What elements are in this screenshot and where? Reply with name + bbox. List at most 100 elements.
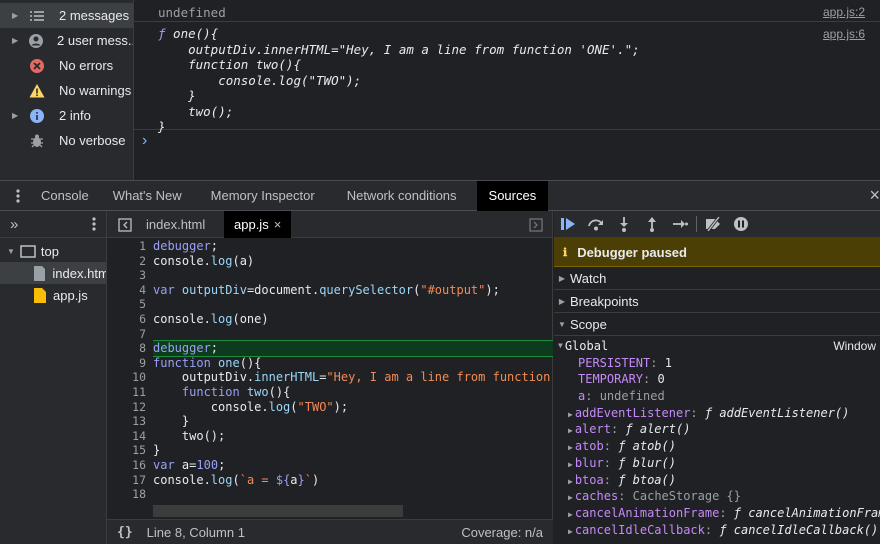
- line-number[interactable]: 3: [107, 268, 152, 283]
- close-tab-icon[interactable]: ×: [274, 217, 282, 232]
- scope-property[interactable]: a: undefined: [554, 388, 880, 405]
- sidebar-item-warnings[interactable]: No warnings: [0, 78, 133, 103]
- scope-property[interactable]: TEMPORARY: 0: [554, 371, 880, 388]
- expand-arrow-icon[interactable]: ▶: [12, 36, 21, 45]
- code-line: }: [153, 443, 161, 458]
- expand-arrow-icon[interactable]: ▼: [7, 247, 15, 256]
- property-name: TEMPORARY: [578, 372, 644, 387]
- scope-property[interactable]: ▶ alert: ƒ alert(): [554, 421, 880, 438]
- section-scope[interactable]: ▼ Scope: [554, 313, 880, 336]
- step-over-icon[interactable]: [582, 211, 610, 238]
- horizontal-scrollbar[interactable]: [153, 505, 403, 517]
- tab-memory-inspector[interactable]: Memory Inspector: [194, 181, 327, 211]
- coverage-status[interactable]: Coverage: n/a: [461, 525, 543, 540]
- step-out-icon[interactable]: [638, 211, 666, 238]
- source-link[interactable]: app.js:6: [823, 27, 865, 41]
- collapse-arrow-icon: ▼: [558, 341, 563, 350]
- property-value: CacheStorage {}: [632, 489, 742, 504]
- scope-property[interactable]: ▶ blur: ƒ blur(): [554, 455, 880, 472]
- property-separator: :: [603, 472, 619, 487]
- debugger-paused-banner: ℹ Debugger paused: [554, 238, 880, 267]
- section-breakpoints[interactable]: ▶ Breakpoints: [554, 290, 880, 313]
- line-number[interactable]: 6: [107, 312, 152, 327]
- property-name: cancelAnimationFrame: [574, 505, 720, 520]
- source-link[interactable]: app.js:2: [823, 5, 865, 19]
- scope-global[interactable]: ▼ Global Window: [554, 338, 880, 355]
- tab-sources[interactable]: Sources: [476, 180, 549, 211]
- scope-property[interactable]: PERSISTENT: 1: [554, 355, 880, 372]
- scope-property[interactable]: ▶ atob: ƒ atob(): [554, 438, 880, 455]
- scope-property[interactable]: ▶ btoa: ƒ btoa(): [554, 472, 880, 489]
- sidebar-item-label: No warnings: [59, 83, 132, 98]
- line-number[interactable]: 18: [107, 487, 152, 502]
- tab-network-conditions[interactable]: Network conditions: [327, 181, 469, 211]
- console-prompt[interactable]: ›: [142, 132, 147, 150]
- sidebar-item-user-messages[interactable]: ▶ 2 user mess...: [0, 28, 133, 53]
- collapse-arrow-icon: ▼: [558, 319, 566, 329]
- navigator-header: »: [0, 211, 106, 238]
- close-drawer-icon[interactable]: ×: [869, 185, 880, 206]
- line-number[interactable]: 4: [107, 283, 152, 298]
- code-area[interactable]: debugger; console.log(a) var outputDiv=d…: [153, 239, 553, 502]
- sidebar-item-messages[interactable]: ▶ 2 messages: [0, 3, 133, 28]
- tree-item-label: index.htm: [52, 265, 106, 281]
- bug-icon: [28, 132, 46, 150]
- line-number[interactable]: 1: [107, 239, 152, 254]
- sidebar-item-verbose[interactable]: No verbose: [0, 128, 133, 153]
- toggle-navigator-icon[interactable]: [118, 218, 132, 232]
- line-number[interactable]: 15: [107, 443, 152, 458]
- line-number-gutter: 1 2 3 4 5 6 7 8 9 10 11 12 13 14 15 16 17 18: [107, 239, 152, 502]
- sidebar-item-label: 2 messages: [59, 8, 130, 23]
- scope-property[interactable]: ▶ caches: CacheStorage {}: [554, 488, 880, 505]
- debugger-sidebar: ℹ Debugger paused ▶ Watch ▶ Breakpoints ▼ S…: [554, 211, 880, 544]
- expand-arrow-icon[interactable]: ▶: [12, 11, 22, 20]
- code-line: console.log("TWO");: [158, 72, 362, 88]
- sidebar-item-info[interactable]: ▶ 2 info: [0, 103, 133, 128]
- code-line: function two(){: [181, 384, 291, 399]
- line-number[interactable]: 16: [107, 458, 152, 473]
- resume-icon[interactable]: [554, 211, 582, 238]
- console-message: ƒ one(){ outputDiv.innerHTML="Hey, I am …: [134, 22, 880, 134]
- property-name: blur: [574, 455, 604, 470]
- expand-arrow-icon[interactable]: ▶: [12, 111, 22, 120]
- line-number[interactable]: 13: [107, 414, 152, 429]
- property-separator: :: [704, 522, 720, 537]
- tree-item-index-html[interactable]: index.htm: [0, 262, 106, 284]
- navigator-menu-icon[interactable]: [92, 217, 96, 231]
- more-options-icon[interactable]: [0, 188, 36, 203]
- line-number[interactable]: 7: [107, 327, 152, 342]
- step-into-icon[interactable]: [610, 211, 638, 238]
- deactivate-breakpoints-icon[interactable]: [699, 211, 727, 238]
- info-icon: [28, 107, 46, 125]
- pause-on-exceptions-icon[interactable]: [727, 211, 755, 238]
- more-tabs-icon[interactable]: »: [10, 216, 18, 233]
- line-number[interactable]: 9: [107, 356, 152, 371]
- line-number[interactable]: 8: [107, 341, 152, 356]
- sidebar-item-errors[interactable]: No errors: [0, 53, 133, 78]
- editor-tab-app-js[interactable]: app.js ×: [224, 211, 292, 238]
- pretty-print-button[interactable]: {}: [117, 525, 133, 540]
- expand-arrow-icon: ▶: [568, 526, 573, 536]
- line-number[interactable]: 10: [107, 370, 152, 385]
- tab-whats-new[interactable]: What's New: [101, 181, 194, 211]
- scope-property[interactable]: ▶ addEventListener: ƒ addEventListener(): [554, 405, 880, 422]
- line-number[interactable]: 12: [107, 400, 152, 415]
- scope-property[interactable]: ▶ cancelAnimationFrame: ƒ cancelAnimation…: [554, 505, 880, 522]
- section-watch[interactable]: ▶ Watch: [554, 267, 880, 290]
- editor-tab-index-html[interactable]: index.html: [135, 211, 216, 238]
- line-number[interactable]: 14: [107, 429, 152, 444]
- property-value: ƒ atob(): [618, 439, 676, 454]
- line-number[interactable]: 5: [107, 297, 152, 312]
- line-number[interactable]: 2: [107, 254, 152, 269]
- tree-item-app-js[interactable]: app.js: [0, 284, 106, 306]
- property-name: addEventListener: [574, 405, 691, 420]
- tab-console[interactable]: Console: [36, 181, 101, 211]
- expand-arrow-icon: ▶: [558, 273, 566, 283]
- tree-item-top[interactable]: ▼ top: [0, 240, 106, 262]
- scope-property[interactable]: ▶ cancelIdleCallback: ƒ cancelIdleCallbac…: [554, 522, 880, 539]
- line-number[interactable]: 11: [107, 385, 152, 400]
- step-icon[interactable]: [666, 211, 694, 238]
- line-number[interactable]: 17: [107, 473, 152, 488]
- toggle-debugger-icon[interactable]: [529, 218, 543, 232]
- expand-arrow-icon: ▶: [568, 443, 573, 453]
